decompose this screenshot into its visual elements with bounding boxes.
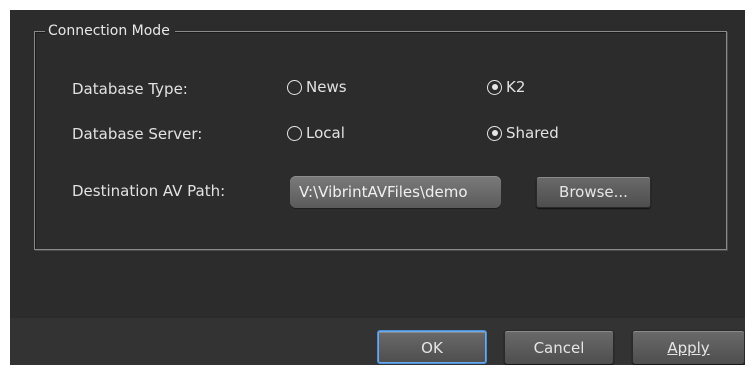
- destination-av-path-label: Destination AV Path:: [72, 182, 226, 200]
- radio-database-server-local-label: Local: [306, 124, 345, 142]
- ok-button[interactable]: OK: [377, 330, 487, 364]
- radio-database-type-news-label: News: [306, 78, 347, 96]
- database-server-label: Database Server:: [72, 125, 203, 143]
- radio-database-type-k2-label: K2: [506, 78, 526, 96]
- radio-dot: [491, 130, 498, 136]
- radio-database-type-news[interactable]: News: [287, 78, 347, 96]
- radio-database-type-k2[interactable]: K2: [487, 78, 525, 96]
- radio-dot: [491, 84, 498, 90]
- radio-unselected-icon: [287, 125, 302, 141]
- apply-button-label: Apply: [667, 339, 710, 357]
- radio-selected-icon: [487, 125, 502, 141]
- radio-selected-icon: [487, 79, 502, 95]
- cancel-button[interactable]: Cancel: [504, 330, 614, 364]
- radio-database-server-shared[interactable]: Shared: [487, 124, 559, 142]
- apply-button[interactable]: Apply: [632, 330, 745, 364]
- browse-button[interactable]: Browse...: [536, 176, 651, 208]
- destination-av-path-field[interactable]: V:\VibrintAVFiles\demo: [290, 176, 501, 208]
- radio-unselected-icon: [287, 79, 302, 95]
- connection-settings-dialog: Connection Mode Database Type: News K2 D…: [10, 10, 745, 365]
- connection-mode-legend: Connection Mode: [45, 22, 175, 40]
- radio-database-server-local[interactable]: Local: [287, 124, 345, 142]
- database-type-label: Database Type:: [72, 80, 188, 98]
- radio-database-server-shared-label: Shared: [506, 124, 559, 142]
